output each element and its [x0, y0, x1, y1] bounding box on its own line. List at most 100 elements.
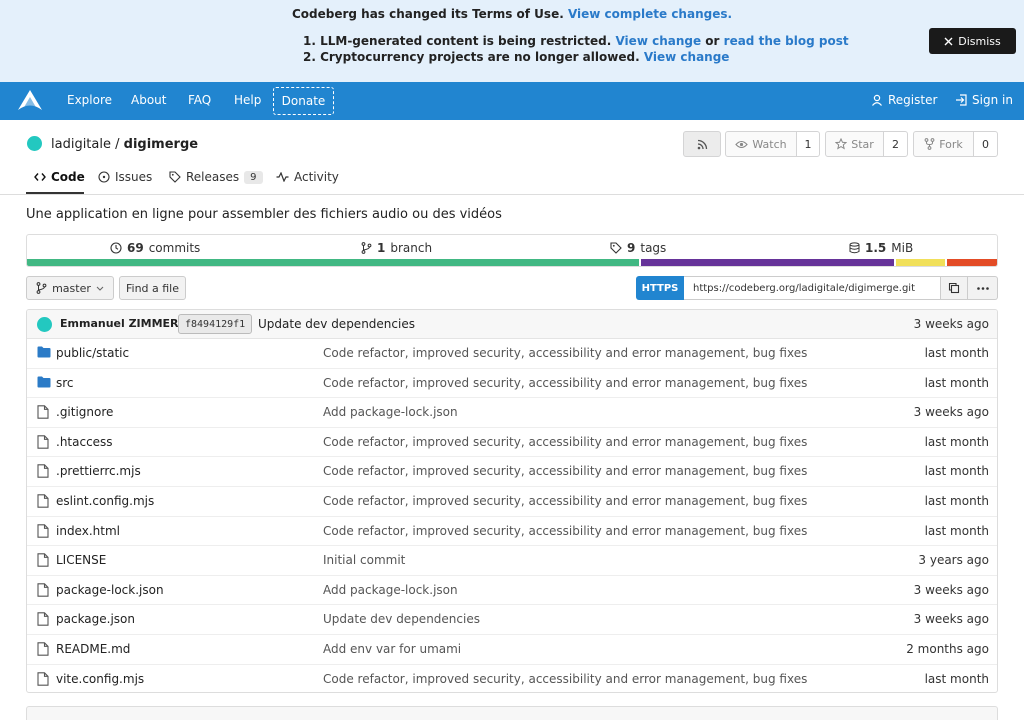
file-name-link[interactable]: eslint.config.mjs	[56, 494, 154, 508]
file-commit-time: last month	[924, 346, 989, 360]
tab-code[interactable]: Code	[34, 170, 85, 184]
file-name-link[interactable]: src	[56, 376, 74, 390]
rss-button[interactable]	[683, 131, 721, 157]
tab-releases[interactable]: Releases 9	[169, 170, 263, 184]
view-change-link-1[interactable]: View change	[615, 34, 701, 48]
language-segment[interactable]	[946, 259, 997, 266]
file-name-link[interactable]: vite.config.mjs	[56, 672, 144, 686]
file-name-link[interactable]: LICENSE	[56, 553, 106, 567]
releases-count-badge: 9	[244, 170, 263, 184]
commit-author-avatar[interactable]	[37, 317, 52, 332]
file-row[interactable]: LICENSE Initial commit 3 years ago	[27, 546, 997, 576]
commit-message[interactable]: Update dev dependencies	[258, 317, 415, 331]
file-commit-message[interactable]: Add env var for umami	[323, 642, 461, 656]
file-commit-message[interactable]: Add package-lock.json	[323, 583, 458, 597]
file-row[interactable]: vite.config.mjs Code refactor, improved s…	[27, 665, 997, 692]
register-link[interactable]: Register	[871, 93, 937, 107]
file-name-link[interactable]: package-lock.json	[56, 583, 164, 597]
file-row[interactable]: eslint.config.mjs Code refactor, improved…	[27, 487, 997, 517]
file-commit-time: last month	[924, 494, 989, 508]
nav-help[interactable]: Help	[234, 93, 261, 107]
repo-name-link[interactable]: digimerge	[124, 137, 198, 152]
file-commit-time: 3 weeks ago	[913, 612, 989, 627]
commit-author[interactable]: Emmanuel ZIMMERT	[60, 317, 186, 330]
file-commit-message[interactable]: Code refactor, improved security, access…	[323, 464, 807, 478]
file-name-link[interactable]: public/static	[56, 346, 129, 360]
file-commit-message[interactable]: Initial commit	[323, 553, 405, 567]
eye-icon	[735, 140, 749, 149]
file-commit-message[interactable]: Code refactor, improved security, access…	[323, 494, 807, 508]
file-name-link[interactable]: README.md	[56, 642, 130, 656]
https-clone-button[interactable]: HTTPS	[636, 276, 684, 300]
clone-url-input[interactable]: https://codeberg.org/ladigitale/digimerg…	[684, 276, 941, 300]
file-commit-message[interactable]: Update dev dependencies	[323, 612, 480, 626]
owner-avatar[interactable]	[27, 136, 42, 151]
nav-about[interactable]: About	[131, 93, 166, 107]
file-row[interactable]: package.json Update dev dependencies 3 wee…	[27, 605, 997, 635]
branch-dropdown[interactable]: master	[26, 276, 114, 300]
file-commit-message[interactable]: Code refactor, improved security, access…	[323, 376, 807, 390]
fork-count[interactable]: 0	[973, 131, 998, 157]
file-name-link[interactable]: .prettierrc.mjs	[56, 464, 141, 478]
commits-count: 69	[127, 241, 144, 255]
tags-stat[interactable]: 9 tags	[610, 241, 666, 255]
file-row[interactable]: .htaccess Code refactor, improved securit…	[27, 428, 997, 458]
file-commit-message[interactable]: Code refactor, improved security, access…	[323, 524, 807, 538]
sign-in-label: Sign in	[972, 93, 1013, 107]
file-commit-message[interactable]: Code refactor, improved security, access…	[323, 435, 807, 449]
branches-stat[interactable]: 1 branch	[361, 241, 432, 255]
donate-button[interactable]: Donate	[273, 87, 334, 115]
file-name-link[interactable]: package.json	[56, 612, 135, 626]
file-name: README.md	[56, 642, 131, 656]
file-name-link[interactable]: .gitignore	[56, 405, 113, 419]
file-row[interactable]: .gitignore Add package-lock.json 3 weeks a…	[27, 398, 997, 428]
commit-sha[interactable]: f8494129f1	[178, 314, 253, 334]
terms-banner: Codeberg has changed its Terms of Use. V…	[0, 0, 1024, 82]
watch-count[interactable]: 1	[796, 131, 820, 157]
file-row[interactable]: README.md Add env var for umami 2 months a…	[27, 635, 997, 665]
language-segment[interactable]	[641, 259, 895, 266]
commits-stat[interactable]: 69 commits	[110, 241, 200, 255]
file-commit-message[interactable]: Code refactor, improved security, access…	[323, 346, 807, 360]
file-row[interactable]: public/static Code refactor, improved sec…	[27, 339, 997, 369]
issue-icon	[98, 171, 110, 183]
repo-owner-link[interactable]: ladigitale	[51, 137, 111, 152]
tab-activity-label: Activity	[294, 170, 339, 184]
view-change-link-2[interactable]: View change	[644, 50, 730, 64]
file-row[interactable]: package-lock.json Add package-lock.json 3 …	[27, 576, 997, 606]
tab-issues[interactable]: Issues	[98, 170, 152, 184]
file-name-link[interactable]: .htaccess	[56, 435, 113, 449]
file-commit-message[interactable]: Add package-lock.json	[323, 405, 458, 419]
star-button[interactable]: Star	[825, 131, 884, 157]
nav-explore[interactable]: Explore	[67, 93, 112, 107]
file-row[interactable]: index.html Code refactor, improved securi…	[27, 517, 997, 547]
file-name: .htaccess	[56, 434, 113, 449]
nav-faq[interactable]: FAQ	[188, 93, 211, 107]
close-icon	[944, 37, 953, 46]
file-name: LICENSE	[56, 553, 107, 568]
register-label: Register	[888, 93, 938, 107]
tab-activity[interactable]: Activity	[276, 170, 339, 184]
latest-commit-row: Emmanuel ZIMMERT f8494129f1 Update dev d…	[27, 310, 997, 339]
view-complete-changes-link[interactable]: View complete changes.	[568, 7, 732, 21]
read-blog-post-link[interactable]: read the blog post	[724, 34, 849, 48]
more-options-button[interactable]	[968, 276, 998, 300]
file-row[interactable]: .prettierrc.mjs Code refactor, improved s…	[27, 457, 997, 487]
language-segment[interactable]	[896, 259, 945, 266]
find-file-button[interactable]: Find a file	[119, 276, 186, 300]
file-commit-message[interactable]: Code refactor, improved security, access…	[323, 672, 807, 686]
file-name: .prettierrc.mjs	[56, 464, 141, 479]
codeberg-logo-icon[interactable]	[16, 88, 44, 114]
sign-in-link[interactable]: Sign in	[955, 93, 1013, 107]
dismiss-button[interactable]: Dismiss	[929, 28, 1016, 54]
file-row[interactable]: src Code refactor, improved security, acc…	[27, 369, 997, 399]
watch-button[interactable]: Watch	[725, 131, 797, 157]
file-name-link[interactable]: index.html	[56, 524, 120, 538]
copy-url-button[interactable]	[940, 276, 968, 300]
fork-button[interactable]: Fork	[913, 131, 974, 157]
language-bar[interactable]	[27, 259, 997, 266]
language-segment[interactable]	[27, 259, 640, 266]
star-count[interactable]: 2	[883, 131, 908, 157]
folder-icon	[37, 346, 51, 360]
file-name: index.html	[56, 523, 120, 538]
